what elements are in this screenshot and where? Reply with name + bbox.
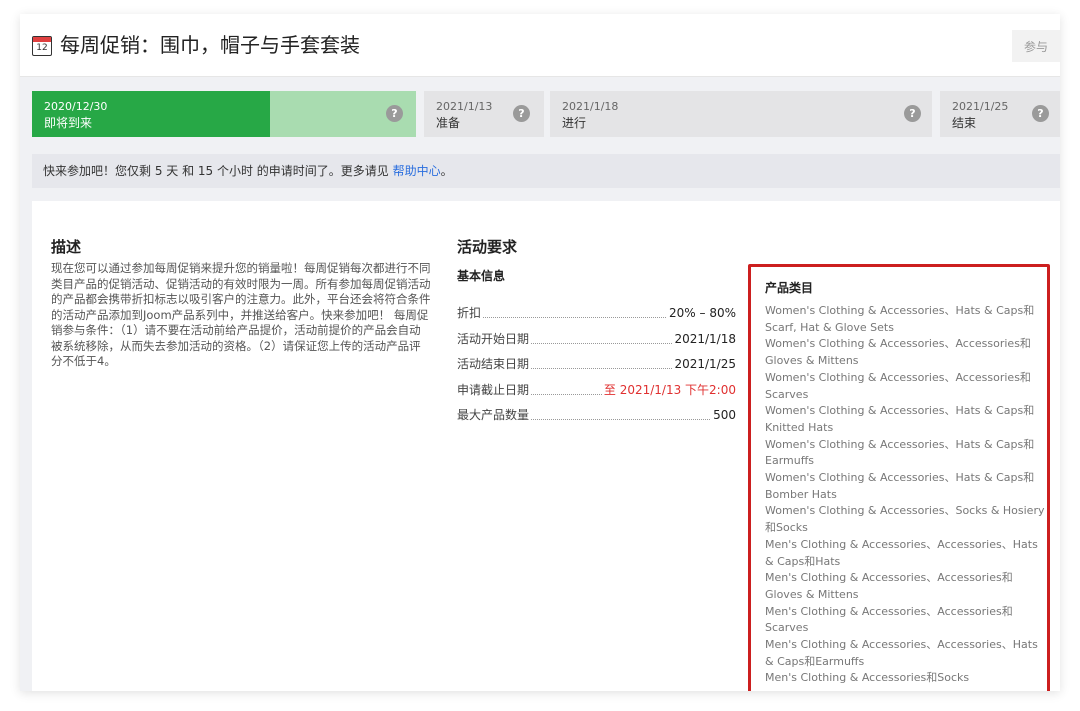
categories-title: 产品类目 <box>765 281 814 295</box>
requirement-row-end-date: 活动结束日期 2021/1/25 <box>457 356 736 372</box>
basic-info-title: 基本信息 <box>457 269 506 283</box>
stage-date: 2021/1/13 <box>436 100 493 113</box>
page: 12 每周促销：围巾，帽子与手套套装 参与 2020/12/30 即将到来 ? … <box>0 0 1080 711</box>
category-item: Men's Clothing & Accessories、Accessories… <box>765 638 1038 668</box>
help-icon[interactable]: ? <box>513 105 530 122</box>
stage-date: 2020/12/30 <box>44 100 108 113</box>
product-categories-box: 产品类目 Women's Clothing & Accessories、Hats… <box>748 264 1050 691</box>
help-icon[interactable]: ? <box>904 105 921 122</box>
category-item: Women's Clothing & Accessories、Hats & Ca… <box>765 471 1035 501</box>
promotion-header: 12 每周促销：围巾，帽子与手套套装 参与 <box>20 14 1060 77</box>
notice-text: 快来参加吧！您仅剩 5 天 和 15 个小时 的申请时间了。更多请见 <box>43 164 393 178</box>
category-item: Women's Clothing & Accessories、Hats & Ca… <box>765 437 1035 468</box>
requirement-row-start-date: 活动开始日期 2021/1/18 <box>457 331 736 347</box>
requirement-value: 20% – 80% <box>667 305 736 321</box>
promotion-panel: 12 每周促销：围巾，帽子与手套套装 参与 2020/12/30 即将到来 ? … <box>20 14 1060 691</box>
category-item: Men's Clothing & Accessories、Accessories… <box>765 537 1038 568</box>
category-item: Women's Clothing & Accessories、Hats & Ca… <box>765 404 1035 434</box>
promotion-timeline: 2020/12/30 即将到来 ? 2021/1/13 准备 ? 2021/1/… <box>32 91 1060 137</box>
join-button[interactable]: 参与 <box>1012 30 1060 62</box>
stage-label: 准备 <box>436 116 461 130</box>
category-item: Women's Clothing & Accessories、Accessori… <box>765 370 1031 401</box>
stage-label: 即将到来 <box>44 116 93 130</box>
category-item: Women's Clothing & Accessories、Hats & Ca… <box>765 304 1035 334</box>
requirement-value-deadline: 至 2021/1/13 下午2:00 <box>601 382 736 398</box>
help-icon[interactable]: ? <box>386 105 403 122</box>
category-item: Men's Clothing & Accessories、Accessories… <box>765 571 1013 601</box>
requirement-key: 申请截止日期 <box>457 382 532 398</box>
category-item: Women's Clothing & Accessories、Accessori… <box>765 337 1031 368</box>
stage-upcoming: 2020/12/30 即将到来 ? <box>32 91 416 137</box>
requirement-row-discount: 折扣 20% – 80% <box>457 305 736 321</box>
stage-preparation: 2021/1/13 准备 ? <box>424 91 544 137</box>
category-item: Men's Clothing & Accessories和Socks <box>765 671 970 685</box>
help-icon[interactable]: ? <box>1032 105 1049 122</box>
stage-date: 2021/1/25 <box>952 100 1009 113</box>
category-item: Women's Clothing & Accessories、Socks & H… <box>765 504 1045 535</box>
category-item: Men's Clothing & Accessories、Accessories… <box>765 604 1013 635</box>
notice-suffix: 。 <box>440 164 453 178</box>
requirement-key: 活动开始日期 <box>457 331 532 347</box>
deadline-notice: 快来参加吧！您仅剩 5 天 和 15 个小时 的申请时间了。更多请见 帮助中心。 <box>32 154 1060 188</box>
requirement-key: 折扣 <box>457 305 484 321</box>
description-text: 现在您可以通过参加每周促销来提升您的销量啦！每周促销每次都进行不同类目产品的促销… <box>51 261 431 368</box>
stage-ended: 2021/1/25 结束 ? <box>940 91 1060 137</box>
requirement-key: 最大产品数量 <box>457 407 532 423</box>
page-title: 每周促销：围巾，帽子与手套套装 <box>60 33 360 57</box>
requirement-key: 活动结束日期 <box>457 356 532 372</box>
requirement-value: 2021/1/18 <box>672 331 736 347</box>
stage-label: 进行 <box>562 116 587 130</box>
requirements-title: 活动要求 <box>457 238 518 256</box>
requirement-value: 500 <box>711 407 736 423</box>
categories-list: Women's Clothing & Accessories、Hats & Ca… <box>765 303 1045 687</box>
description-title: 描述 <box>51 238 82 256</box>
stage-date: 2021/1/18 <box>562 100 619 113</box>
stage-ongoing: 2021/1/18 进行 ? <box>550 91 932 137</box>
calendar-icon: 12 <box>32 36 52 56</box>
requirement-row-deadline: 申请截止日期 至 2021/1/13 下午2:00 <box>457 382 736 398</box>
help-center-link[interactable]: 帮助中心 <box>393 164 441 178</box>
stage-label: 结束 <box>952 116 977 130</box>
requirement-row-max-products: 最大产品数量 500 <box>457 407 736 423</box>
requirement-value: 2021/1/25 <box>672 356 736 372</box>
content-card: 描述 现在您可以通过参加每周促销来提升您的销量啦！每周促销每次都进行不同类目产品… <box>32 201 1060 691</box>
